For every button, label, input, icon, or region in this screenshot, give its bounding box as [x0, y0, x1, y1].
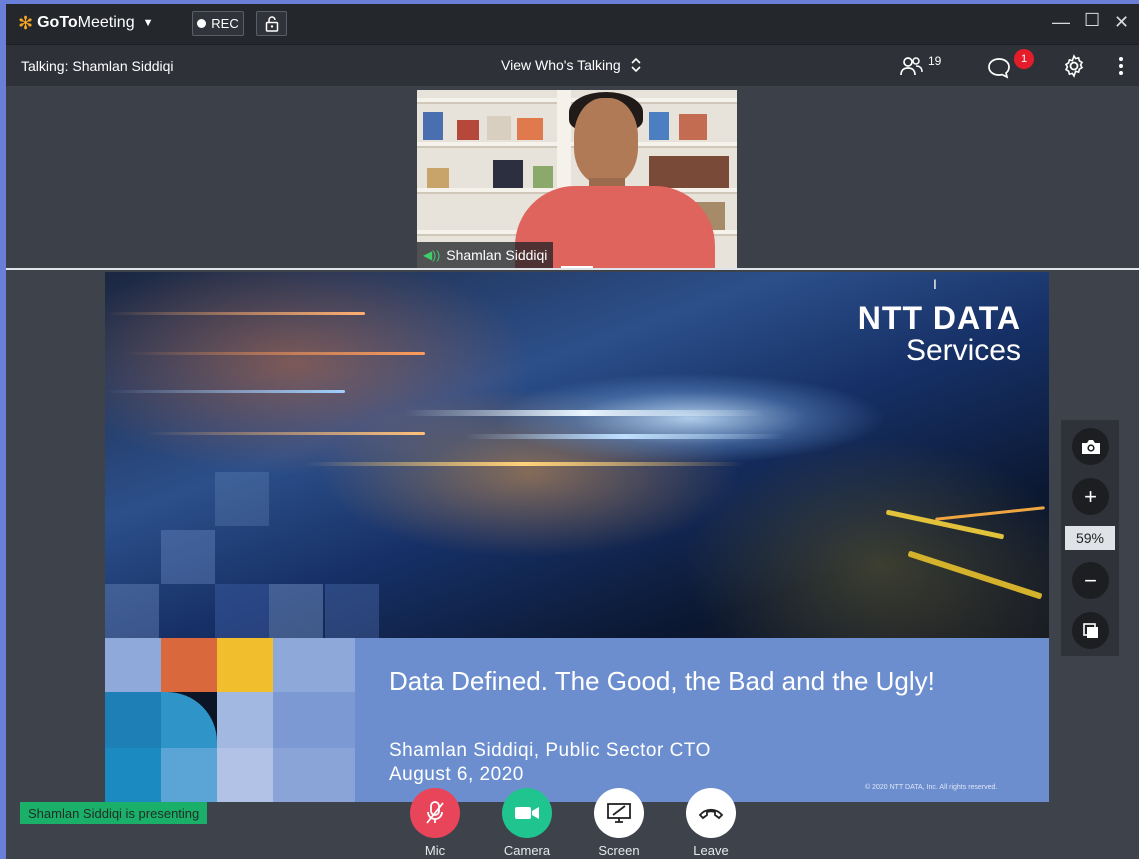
- fit-screen-button[interactable]: [1072, 612, 1109, 649]
- slide-date: August 6, 2020: [389, 764, 524, 785]
- chevron-down-icon: ▼: [142, 17, 154, 29]
- logo-icon: ✻: [18, 13, 34, 33]
- chat-button[interactable]: [987, 57, 1011, 84]
- chat-icon: [988, 58, 1010, 79]
- view-mode-selector[interactable]: View Who's Talking: [501, 57, 641, 73]
- screen-share-area: NTT DATA Services I Data Defined. The Go…: [6, 270, 1139, 859]
- slide-copyright: © 2020 NTT DATA, Inc. All rights reserve…: [865, 784, 998, 791]
- participant-video[interactable]: ◀)) Shamlan Siddiqi: [417, 90, 737, 268]
- logo-suffix: Meeting: [77, 14, 135, 31]
- mic-button[interactable]: Mic: [405, 788, 465, 858]
- camera-icon: [1081, 439, 1100, 454]
- more-options-button[interactable]: [1118, 56, 1124, 81]
- lock-meeting-button[interactable]: [256, 11, 287, 36]
- brand-logo: NTT DATA Services: [858, 302, 1021, 367]
- zoom-level: 59%: [1065, 526, 1115, 550]
- view-mode-label: View Who's Talking: [501, 57, 621, 73]
- zoom-out-button[interactable]: −: [1072, 562, 1109, 599]
- hang-up-icon: [698, 808, 724, 820]
- more-vertical-icon: [1119, 57, 1123, 75]
- text-cursor-icon: I: [933, 276, 937, 292]
- record-dot-icon: [197, 19, 207, 28]
- talking-indicator: Talking: Shamlan Siddiqi: [21, 58, 174, 74]
- unlock-icon: [265, 15, 278, 32]
- camera-circle[interactable]: [502, 788, 552, 838]
- up-down-chevron-icon: [631, 57, 641, 73]
- presentation-slide: NTT DATA Services I Data Defined. The Go…: [105, 272, 1049, 802]
- screen-button[interactable]: Screen: [589, 788, 649, 858]
- camera-label: Camera: [503, 843, 551, 858]
- mic-muted-icon: [426, 801, 444, 824]
- participant-name: Shamlan Siddiqi: [446, 247, 548, 263]
- video-panel: ◀)) Shamlan Siddiqi: [6, 86, 1139, 268]
- leave-label: Leave: [693, 843, 729, 858]
- minimize-icon[interactable]: —: [1052, 12, 1070, 33]
- mic-label: Mic: [424, 843, 446, 858]
- plus-icon: +: [1084, 483, 1097, 509]
- app-window: ✻ GoTo Meeting ▼ REC — ☐ ✕ Talking: Shaml…: [6, 4, 1139, 859]
- leave-circle[interactable]: [686, 788, 736, 838]
- screen-circle[interactable]: [594, 788, 644, 838]
- slide-presenter: Shamlan Siddiqi, Public Sector CTO: [389, 740, 711, 761]
- attendee-count: 19: [928, 54, 942, 68]
- screen-share-off-icon: [607, 803, 631, 823]
- close-icon[interactable]: ✕: [1114, 12, 1129, 33]
- zoom-in-button[interactable]: +: [1072, 478, 1109, 515]
- leave-button[interactable]: Leave: [681, 788, 741, 858]
- brand-line-1: NTT DATA: [857, 300, 1021, 336]
- settings-button[interactable]: [1062, 54, 1086, 83]
- mic-circle[interactable]: [410, 788, 460, 838]
- maximize-icon[interactable]: ☐: [1084, 10, 1100, 31]
- copy-windows-icon: [1082, 622, 1098, 638]
- people-icon: [900, 57, 923, 76]
- record-button[interactable]: REC: [192, 11, 244, 36]
- zoom-panel: + 59% −: [1061, 420, 1119, 656]
- gear-icon: [1064, 54, 1084, 78]
- meeting-toolbar: Talking: Shamlan Siddiqi View Who's Talk…: [6, 44, 1139, 86]
- participant-name-tag: ◀)) Shamlan Siddiqi: [417, 242, 554, 268]
- speaker-active-icon: ◀)): [423, 248, 441, 262]
- attendees-button[interactable]: [900, 55, 924, 82]
- slide-title: Data Defined. The Good, the Bad and the …: [389, 666, 935, 696]
- minus-icon: −: [1084, 567, 1097, 593]
- chat-unread-badge: 1: [1014, 49, 1034, 69]
- screen-label: Screen: [598, 843, 640, 858]
- record-label: REC: [211, 16, 239, 31]
- snapshot-button[interactable]: [1072, 428, 1109, 465]
- participant-face: [574, 98, 638, 184]
- brand-line-2: Services: [905, 334, 1021, 367]
- app-menu[interactable]: ✻ GoTo Meeting ▼: [18, 14, 153, 32]
- video-camera-icon: [515, 807, 539, 819]
- title-bar: ✻ GoTo Meeting ▼ REC — ☐ ✕: [6, 4, 1139, 44]
- camera-button[interactable]: Camera: [497, 788, 557, 858]
- presenting-status: Shamlan Siddiqi is presenting: [20, 802, 208, 824]
- logo-prefix: GoTo: [37, 14, 78, 31]
